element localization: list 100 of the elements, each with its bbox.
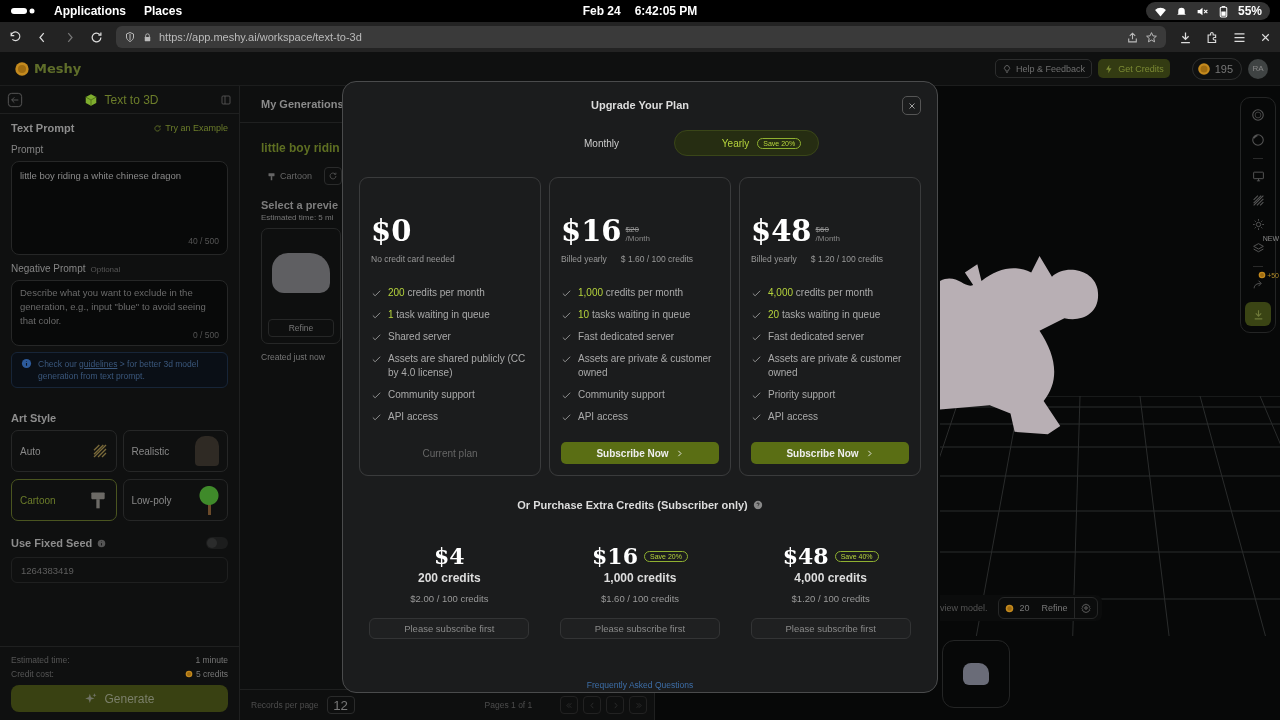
character-count: 0 / 500: [193, 330, 219, 340]
check-icon: [751, 354, 762, 365]
info-icon: [97, 538, 107, 548]
feature-text: API access: [388, 410, 439, 424]
check-icon: [751, 310, 762, 321]
check-icon: [561, 354, 572, 365]
shield-icon: [124, 31, 136, 43]
field-label: Negative Prompt: [11, 263, 86, 274]
sphere-icon[interactable]: [1251, 133, 1265, 147]
prompt-field[interactable]: little boy riding a white chinese dragon 40 / 500: [11, 161, 228, 255]
activities-icon[interactable]: [10, 6, 36, 16]
section-title: Art Style: [11, 412, 58, 424]
field-label: Prompt: [11, 144, 45, 155]
seed-toggle[interactable]: [206, 537, 228, 549]
check-icon: [561, 412, 572, 423]
check-icon: [561, 332, 572, 343]
monitor-icon[interactable]: [1251, 170, 1265, 183]
refresh-icon: [153, 123, 163, 133]
feature-text: Shared server: [388, 330, 451, 344]
subscribe-button[interactable]: Subscribe Now: [561, 442, 719, 464]
refine-control[interactable]: 20 Refine: [997, 597, 1098, 619]
cost-value: 5 credits: [195, 669, 228, 679]
bookmark-star-icon[interactable]: [1145, 30, 1158, 44]
panel-title: My Generations: [261, 98, 344, 110]
check-icon: [371, 412, 382, 423]
get-credits-button[interactable]: Get Credits: [1098, 59, 1170, 78]
section-title: Or Purchase Extra Credits (Subscriber only): [517, 499, 748, 511]
reload-icon[interactable]: [89, 29, 104, 45]
negative-prompt-field[interactable]: Describe what you want to exclude in the generation, e.g., input "blue" to avoid seeing that color. 0 / 500: [11, 280, 228, 346]
clock-date: Feb 24: [582, 4, 621, 18]
section-title: Select a previe: [261, 199, 340, 211]
cube-icon: [84, 92, 99, 107]
art-style-option[interactable]: Low-poly: [122, 479, 228, 521]
estimate-text: Estimated time: 5 mi: [261, 213, 335, 222]
check-icon: [751, 288, 762, 299]
feature-text: 1,000 credits per month: [578, 286, 684, 300]
pack-price: $16: [592, 543, 638, 569]
feature-text: 20 tasks waiting in queue: [768, 308, 881, 322]
placeholder-text: Describe what you want to exclude in the generation, e.g., input "blue" to avoid seeing that color.: [20, 286, 207, 328]
ring-icon[interactable]: [1251, 108, 1265, 122]
art-style-option[interactable]: Realistic: [122, 430, 228, 472]
app-logo-text: Meshy: [34, 61, 82, 76]
top-menu[interactable]: Places: [144, 4, 183, 18]
battery-level: 55%: [1237, 4, 1262, 18]
pack-price: $48: [782, 543, 829, 569]
check-icon: [751, 390, 762, 401]
subscribe-button[interactable]: Subscribe Now: [751, 442, 909, 464]
feature-text: 10 tasks waiting in queue: [578, 308, 691, 322]
generate-button[interactable]: Generate: [11, 685, 228, 712]
user-avatar[interactable]: RA: [1248, 58, 1268, 79]
records-select[interactable]: 12: [326, 696, 355, 714]
share-arrow-icon[interactable]: [1251, 278, 1265, 291]
preview-card[interactable]: Refine: [261, 228, 341, 344]
help-feedback-button[interactable]: Help & Feedback: [995, 59, 1093, 78]
clock-time: 6:42:05 PM: [634, 4, 698, 18]
help-icon[interactable]: [752, 500, 763, 510]
section-title: Use Fixed Seed: [11, 537, 93, 549]
guidelines-tip-text: Check our guidelines > for better 3d model generation from text prompt.: [38, 358, 200, 382]
estimate-value: 1 minute: [195, 655, 228, 665]
seed-field[interactable]: 1264383419: [11, 557, 228, 583]
download-button[interactable]: [1245, 302, 1271, 326]
refine-label: Refine: [1041, 603, 1068, 613]
check-icon: [371, 288, 382, 299]
collapse-panel-icon[interactable]: [220, 93, 232, 106]
close-icon: [906, 100, 917, 111]
try-example-button[interactable]: Try an Example: [153, 123, 228, 133]
billing-tab[interactable]: Monthly: [529, 130, 674, 156]
coin-icon: [1004, 603, 1014, 613]
coin-icon: [1196, 61, 1211, 76]
close-button[interactable]: [902, 96, 921, 115]
light-icon[interactable]: [1251, 218, 1265, 231]
address-bar[interactable]: https://app.meshy.ai/workspace/text-to-3d: [116, 26, 1166, 48]
check-icon: [371, 332, 382, 343]
plan-price: $16: [561, 214, 622, 248]
faq-link[interactable]: Frequently Asked Questions: [359, 680, 921, 690]
model-thumbnail-card[interactable]: [942, 640, 1010, 708]
stripes-icon[interactable]: [1251, 194, 1265, 207]
art-style-option[interactable]: Auto: [11, 430, 117, 472]
current-plan-label: Current plan: [421, 446, 479, 461]
created-time: Created just now: [261, 352, 326, 362]
settings-icon[interactable]: [1080, 603, 1091, 613]
section-title: Text Prompt: [11, 122, 75, 134]
pack-credits: 200 credits: [417, 571, 481, 585]
feature-text: Community support: [578, 388, 665, 402]
dialog-title: Upgrade Your Plan: [591, 99, 689, 111]
feature-text: 4,000 credits per month: [768, 286, 874, 300]
layers-icon[interactable]: [1251, 242, 1265, 255]
billing-period: /Month: [815, 234, 840, 243]
panel-title: Text to 3D: [104, 92, 159, 107]
top-menu[interactable]: Applications: [54, 4, 126, 18]
estimate-label: Estimated time:: [11, 655, 70, 665]
art-style-option[interactable]: Cartoon: [11, 479, 117, 521]
refine-button[interactable]: Refine: [268, 319, 334, 337]
share-icon[interactable]: [1126, 30, 1139, 44]
check-icon: [561, 288, 572, 299]
feature-text: Fast dedicated server: [578, 330, 675, 344]
credit-rate: $ 1.60 / 100 credits: [620, 254, 694, 264]
guidelines-link[interactable]: guidelines: [79, 359, 118, 369]
feature-text: Fast dedicated server: [768, 330, 865, 344]
check-icon: [561, 310, 572, 321]
